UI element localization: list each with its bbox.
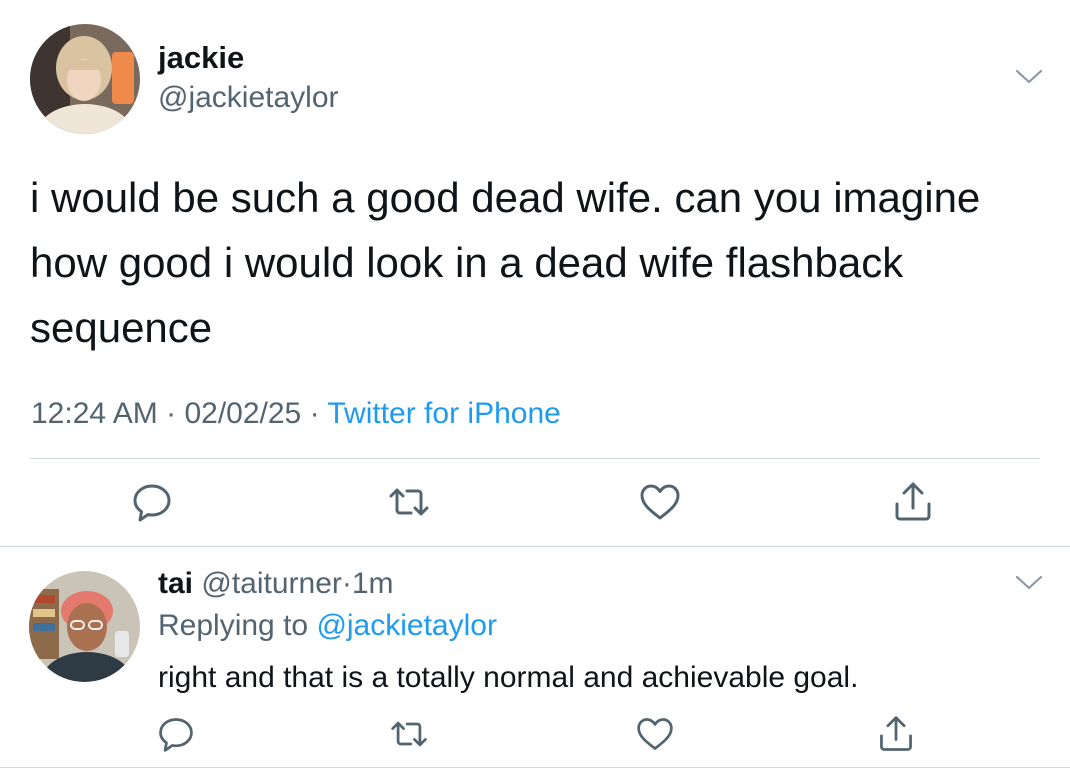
reply-separator: ·: [341, 567, 352, 600]
replying-to: Replying to @jackietaylor: [158, 608, 497, 644]
like-button[interactable]: [635, 714, 675, 754]
share-icon: [880, 716, 912, 751]
share-icon: [895, 482, 931, 521]
reply-button[interactable]: [130, 480, 174, 524]
reply-timestamp[interactable]: 1m: [352, 567, 394, 600]
reply-header: tai @taiturner·1m: [158, 566, 394, 602]
share-button[interactable]: [876, 714, 916, 754]
like-icon: [640, 484, 680, 520]
tweet-text: i would be such a good dead wife. can yo…: [30, 165, 1040, 360]
meta-separator: ·: [166, 397, 177, 430]
reply-handle[interactable]: @taiturner: [201, 567, 342, 600]
chevron-down-icon[interactable]: [1014, 68, 1044, 86]
tweet-source-link[interactable]: Twitter for iPhone: [327, 397, 560, 430]
tweet-time: 12:24 AM: [31, 397, 158, 430]
share-button[interactable]: [891, 480, 935, 524]
main-tweet-avatar[interactable]: [30, 24, 140, 134]
replying-to-mention[interactable]: @jackietaylor: [316, 609, 497, 642]
reply-icon: [159, 718, 193, 752]
reply-icon: [133, 484, 171, 522]
profile-photo-icon: [29, 571, 140, 682]
profile-photo-icon: [30, 24, 140, 134]
main-handle[interactable]: @jackietaylor: [158, 80, 339, 116]
like-icon: [637, 718, 673, 750]
reply-text: right and that is a totally normal and a…: [158, 661, 859, 694]
like-button[interactable]: [638, 480, 682, 524]
meta-separator: ·: [309, 397, 320, 430]
reply-button[interactable]: [156, 714, 196, 754]
retweet-icon: [389, 488, 429, 516]
retweet-button[interactable]: [387, 480, 431, 524]
retweet-icon: [391, 721, 427, 747]
divider: [30, 458, 1040, 459]
reply-tweet-avatar[interactable]: [29, 571, 140, 682]
chevron-down-icon[interactable]: [1014, 574, 1044, 592]
retweet-button[interactable]: [389, 714, 429, 754]
tweet-date: 02/02/25: [184, 397, 302, 430]
divider: [0, 546, 1070, 547]
tweet-metadata: 12:24 AM · 02/02/25 · Twitter for iPhone: [31, 396, 561, 432]
tweet-text-line: sequence: [30, 304, 213, 351]
tweet-text-line: how good i would look in a dead wife fla…: [30, 239, 904, 286]
reply-display-name[interactable]: tai: [158, 567, 193, 600]
main-display-name[interactable]: jackie: [158, 40, 244, 76]
tweet-text-line: i would be such a good dead wife. can yo…: [30, 174, 981, 221]
divider: [0, 767, 1070, 768]
replying-to-label: Replying to: [158, 609, 309, 642]
